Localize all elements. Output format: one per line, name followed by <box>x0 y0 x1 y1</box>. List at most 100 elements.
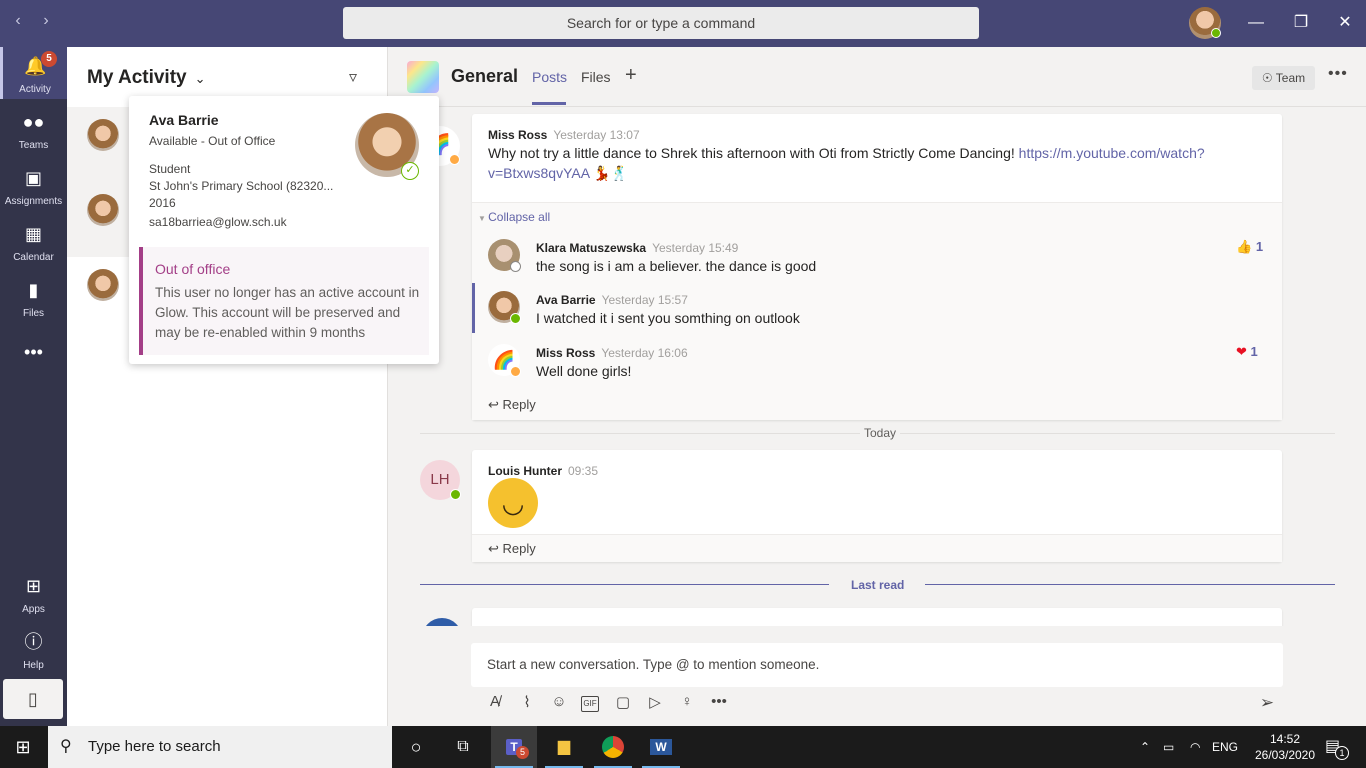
more-icon[interactable]: ••• <box>709 693 729 710</box>
praise-icon[interactable]: ♀ <box>677 693 697 710</box>
minimize-button[interactable]: — <box>1241 10 1271 36</box>
eye-icon: ☉ <box>1261 71 1276 85</box>
more-options-icon[interactable]: ••• <box>1328 65 1348 83</box>
reaction-heart[interactable]: ❤ 1 <box>1236 344 1258 360</box>
teams-taskbar-icon[interactable]: T 5 <box>491 726 537 768</box>
notification-count: 1 <box>1335 746 1349 760</box>
battery-icon[interactable]: ▭ <box>1163 726 1174 768</box>
last-read-line <box>420 584 829 585</box>
back-icon[interactable]: ‹ <box>8 12 28 30</box>
rail-item-activity[interactable]: 🔔 5 Activity <box>0 47 67 99</box>
help-icon: ⓘ <box>24 632 43 652</box>
attach-icon[interactable]: ⌇ <box>517 693 537 711</box>
rail-item-help[interactable]: ⓘ Help <box>0 623 67 675</box>
reply-button[interactable]: ↩ Reply <box>488 540 536 558</box>
chrome-logo <box>602 735 624 758</box>
rail-label: Activity <box>19 84 51 95</box>
close-button[interactable]: ✕ <box>1330 10 1360 36</box>
taskbar-search-input[interactable]: ⚲ Type here to search <box>48 726 392 768</box>
card-status: Available - Out of Office <box>149 134 276 148</box>
post-header: Louis Hunter 09:35 <box>488 462 598 480</box>
author-avatar <box>422 618 462 626</box>
rail-item-files[interactable]: ▮ Files <box>0 271 67 323</box>
reaction-like[interactable]: 👍 1 <box>1236 239 1263 255</box>
tab-files[interactable]: Files <box>581 69 611 85</box>
app-rail: 🔔 5 Activity ●● Teams ▣ Assignments ▦ Ca… <box>0 47 67 726</box>
card-email[interactable]: sa18barriea@glow.sch.uk <box>149 215 287 229</box>
post-timestamp: 09:35 <box>568 464 599 478</box>
avatar <box>87 194 119 226</box>
last-read-label: Last read <box>851 578 905 592</box>
restore-button[interactable]: ❐ <box>1286 10 1316 36</box>
format-icon[interactable]: A̸ <box>485 693 505 710</box>
filter-icon[interactable]: ▿ <box>349 67 357 87</box>
compose-input[interactable]: Start a new conversation. Type @ to ment… <box>471 643 1283 687</box>
tab-posts[interactable]: Posts <box>532 69 567 85</box>
avatar <box>87 269 119 301</box>
meet-icon[interactable]: ▷ <box>645 693 665 711</box>
tray-overflow-icon[interactable]: ⌃ <box>1140 726 1150 768</box>
collapse-all-button[interactable]: ▼ Collapse all <box>478 210 550 224</box>
replies-section: ▼ Collapse all Klara Matuszewska Yesterda… <box>472 202 1282 420</box>
presence-away-icon <box>510 366 521 377</box>
activity-title[interactable]: My Activity ⌄ <box>87 67 206 89</box>
reply-button[interactable]: ↩ Reply <box>488 396 536 414</box>
add-tab-button[interactable]: + <box>625 64 637 87</box>
avatar <box>87 119 119 151</box>
gif-icon[interactable]: GIF <box>581 696 599 712</box>
post: Louis Hunter 09:35 ◡ ↩ Reply <box>472 450 1282 562</box>
today-label: Today <box>860 426 901 440</box>
team-button[interactable]: ☉ Team <box>1252 66 1315 90</box>
rail-item-more[interactable]: ••• <box>0 335 67 371</box>
post-body: Why not try a little dance to Shrek this… <box>488 143 1248 183</box>
rail-item-apps[interactable]: ⊞ Apps <box>0 567 67 619</box>
ooo-title: Out of office <box>155 261 231 277</box>
presence-available-icon <box>1211 28 1221 38</box>
reaction-count: 1 <box>1255 239 1264 254</box>
author-initials: LH <box>430 471 450 488</box>
search-icon: ⚲ <box>60 738 72 755</box>
forward-icon[interactable]: › <box>36 12 56 30</box>
rail-label: Teams <box>18 140 49 151</box>
card-role: Student <box>149 162 191 176</box>
send-icon[interactable]: ➢ <box>1257 693 1277 713</box>
ooo-message: This user no longer has an active accoun… <box>155 285 420 340</box>
rail-item-calendar[interactable]: ▦ Calendar <box>0 215 67 267</box>
posts-feed[interactable]: 🌈 Miss RossYesterday 13:07 Why not try a… <box>388 108 1366 626</box>
windows-taskbar: ⊞ ⚲ Type here to search ○ ⧉ T 5 ▆ W ⌃ ▭ … <box>0 726 1366 768</box>
word-icon[interactable]: W <box>638 726 684 768</box>
rail-item-assignments[interactable]: ▣ Assignments <box>0 159 67 211</box>
presence-available-icon <box>450 489 461 500</box>
mobile-app-button[interactable]: ▯ <box>3 679 63 719</box>
file-explorer-icon[interactable]: ▆ <box>541 726 587 768</box>
word-logo: W <box>650 739 672 755</box>
heart-icon: ❤ <box>1236 344 1247 359</box>
task-view-icon[interactable]: ⧉ <box>440 726 486 768</box>
taskbar-search-placeholder: Type here to search <box>88 738 221 755</box>
more-icon: ••• <box>24 342 43 362</box>
rail-label: Help <box>23 660 44 671</box>
clock[interactable]: 14:52 26/03/2020 <box>1250 731 1320 763</box>
sticker-icon[interactable]: ▢ <box>613 693 633 711</box>
chrome-icon[interactable] <box>590 726 636 768</box>
post-header: Miss Ross Yesterday 13:07 <box>488 126 640 144</box>
reply-author: Klara Matuszewska <box>536 241 647 255</box>
team-button-label: Team <box>1275 71 1306 85</box>
emoji-icon[interactable]: ☺ <box>549 693 569 710</box>
rail-item-teams[interactable]: ●● Teams <box>0 103 67 155</box>
windows-start-icon[interactable]: ⊞ <box>0 726 46 768</box>
language-indicator[interactable]: ENG <box>1212 726 1238 768</box>
wifi-icon[interactable]: ◠ <box>1190 726 1200 768</box>
post <box>472 608 1282 626</box>
cortana-icon[interactable]: ○ <box>393 726 439 768</box>
teams-taskbar-badge: 5 <box>516 746 529 759</box>
command-search-input[interactable]: Search for or type a command <box>343 7 979 39</box>
post-author: Louis Hunter <box>488 464 562 478</box>
reply-message: Ava Barrie Yesterday 15:57 I watched it i… <box>472 283 1282 341</box>
post-author: Miss Ross <box>488 128 548 142</box>
reply-message: 🌈 Miss Ross Yesterday 16:06 Well done gir… <box>472 344 1282 394</box>
smiley-emoji: ◡ <box>488 478 538 528</box>
rail-label: Files <box>22 308 45 319</box>
reply-author: Ava Barrie <box>536 293 596 307</box>
activity-badge: 5 <box>41 51 57 67</box>
